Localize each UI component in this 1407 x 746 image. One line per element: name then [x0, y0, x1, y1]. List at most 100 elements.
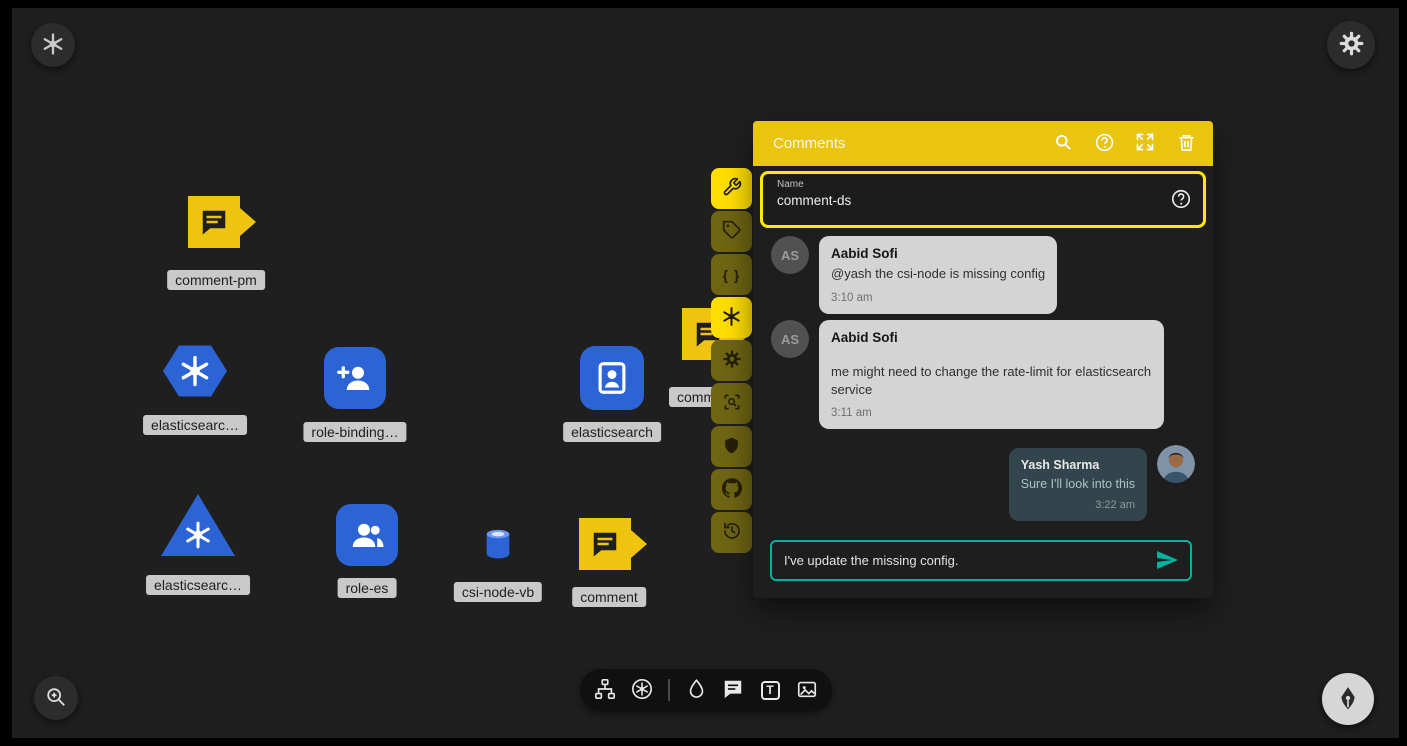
node-csi-node-vb[interactable]: [481, 527, 515, 561]
scan-search-icon: [722, 392, 742, 415]
message-text: Sure I'll look into this: [1021, 476, 1135, 493]
comment-node-shape: [188, 196, 240, 248]
braces-icon: { }: [723, 267, 741, 283]
toolbar-divider: [668, 679, 670, 701]
message-time: 3:11 am: [831, 407, 1152, 419]
tag-button[interactable]: [711, 211, 752, 252]
kubernetes-tool-button[interactable]: [627, 675, 657, 705]
shapes-tool-button[interactable]: [681, 675, 711, 705]
node-label-comment-pm[interactable]: comment-pm: [167, 270, 265, 290]
config-button[interactable]: [711, 340, 752, 381]
braces-button[interactable]: { }: [711, 254, 752, 295]
panel-title: Comments: [773, 135, 846, 152]
send-icon: [1155, 560, 1179, 575]
node-label-role-binding[interactable]: role-binding…: [303, 422, 406, 442]
avatar: AS: [771, 320, 809, 358]
github-button[interactable]: [711, 469, 752, 510]
shield-icon: [722, 436, 741, 458]
reply-composer: [770, 540, 1192, 581]
chat-message: Yash Sharma Sure I'll look into this 3:2…: [1009, 445, 1195, 521]
search-icon: [1053, 132, 1073, 155]
trash-icon: [1177, 133, 1196, 155]
node-label-csi-node-vb[interactable]: csi-node-vb: [454, 582, 542, 602]
avatar: AS: [771, 236, 809, 274]
text-tool-button[interactable]: T: [755, 675, 785, 705]
name-field-label: Name: [777, 179, 1191, 190]
node-label-role-es[interactable]: role-es: [338, 578, 397, 598]
security-button[interactable]: [711, 426, 752, 467]
screenshot-tool-button[interactable]: [792, 675, 822, 705]
pen-nib-icon: [1335, 685, 1361, 714]
text-tool-icon: T: [761, 681, 780, 700]
settings-button[interactable]: [1327, 21, 1375, 69]
people-icon: [349, 517, 385, 553]
node-label-elasticsearch-tri[interactable]: elasticsearc…: [146, 575, 250, 595]
search-button[interactable]: [1052, 133, 1074, 155]
comments-panel: Comments: [753, 121, 1213, 598]
person-plus-icon: [337, 360, 373, 396]
node-elasticsearch-hexagon[interactable]: [163, 342, 227, 400]
panel-header-actions: [1052, 133, 1197, 155]
delete-button[interactable]: [1175, 133, 1197, 155]
message-time: 3:22 am: [1021, 499, 1135, 511]
database-icon: [481, 527, 515, 561]
message-author: Yash Sharma: [1021, 458, 1135, 472]
message-bubble: Aabid Sofi me might need to change the r…: [819, 320, 1164, 429]
node-elasticsearch-serviceaccount[interactable]: [580, 346, 644, 410]
node-role-binding[interactable]: [324, 347, 386, 409]
hierarchy-icon: [594, 678, 616, 703]
droplet-icon: [686, 678, 707, 702]
github-icon: [722, 478, 742, 501]
send-button[interactable]: [1154, 548, 1180, 574]
expand-button[interactable]: [1134, 133, 1156, 155]
node-context-toolbar: { }: [711, 168, 752, 553]
node-label-elasticsearch[interactable]: elasticsearch: [563, 422, 661, 442]
inspect-button[interactable]: [711, 383, 752, 424]
comment-node-shape: [579, 518, 631, 570]
node-label-comment[interactable]: comment: [572, 587, 646, 607]
kubernetes-context-button[interactable]: [31, 23, 75, 67]
message-author: Aabid Sofi: [831, 246, 1045, 261]
message-author: Aabid Sofi: [831, 330, 1152, 345]
message-bubble: Yash Sharma Sure I'll look into this 3:2…: [1009, 448, 1147, 521]
help-icon: [1094, 132, 1115, 156]
reply-input[interactable]: [784, 553, 1154, 568]
message-text: me might need to change the rate-limit f…: [831, 363, 1152, 398]
name-help-button[interactable]: [1169, 188, 1193, 212]
wrench-icon: [722, 177, 742, 200]
design-canvas[interactable]: comment-pm elasticsearc… role-binding…: [12, 8, 1399, 738]
zoom-button[interactable]: [34, 676, 78, 720]
history-icon: [722, 521, 742, 544]
expand-icon: [1135, 132, 1155, 155]
wrench-button[interactable]: [711, 168, 752, 209]
message-text: @yash the csi-node is missing config: [831, 265, 1045, 283]
zoom-icon: [45, 686, 67, 711]
name-input[interactable]: [777, 193, 1162, 208]
kubernetes-icon: [178, 354, 212, 388]
chat-message: AS Aabid Sofi me might need to change th…: [771, 320, 1164, 429]
node-role-es[interactable]: [336, 504, 398, 566]
gear-icon: [722, 349, 742, 372]
name-field-wrapper: Name: [760, 171, 1206, 228]
canvas-tools-toolbar: T: [580, 669, 832, 711]
node-elasticsearch-triangle[interactable]: [161, 494, 235, 556]
speech-bubble-icon: [199, 207, 229, 237]
tag-icon: [722, 220, 742, 243]
pen-tool-button[interactable]: [1322, 673, 1374, 725]
node-comment[interactable]: [579, 518, 631, 570]
comments-panel-header[interactable]: Comments: [753, 121, 1213, 166]
help-icon: [1170, 198, 1192, 213]
hierarchy-tool-button[interactable]: [590, 675, 620, 705]
node-label-elasticsearch-hex[interactable]: elasticsearc…: [143, 415, 247, 435]
help-button[interactable]: [1093, 133, 1115, 155]
kubernetes-icon: [721, 306, 742, 330]
avatar-photo: [1157, 445, 1195, 483]
history-button[interactable]: [711, 512, 752, 553]
kubernetes-icon: [41, 32, 65, 59]
node-comment-pm[interactable]: [188, 196, 240, 248]
gear-icon: [1338, 30, 1365, 60]
comment-tool-button[interactable]: [718, 675, 748, 705]
message-time: 3:10 am: [831, 292, 1045, 304]
kubernetes-button[interactable]: [711, 297, 752, 338]
kubernetes-circle-icon: [631, 678, 653, 703]
